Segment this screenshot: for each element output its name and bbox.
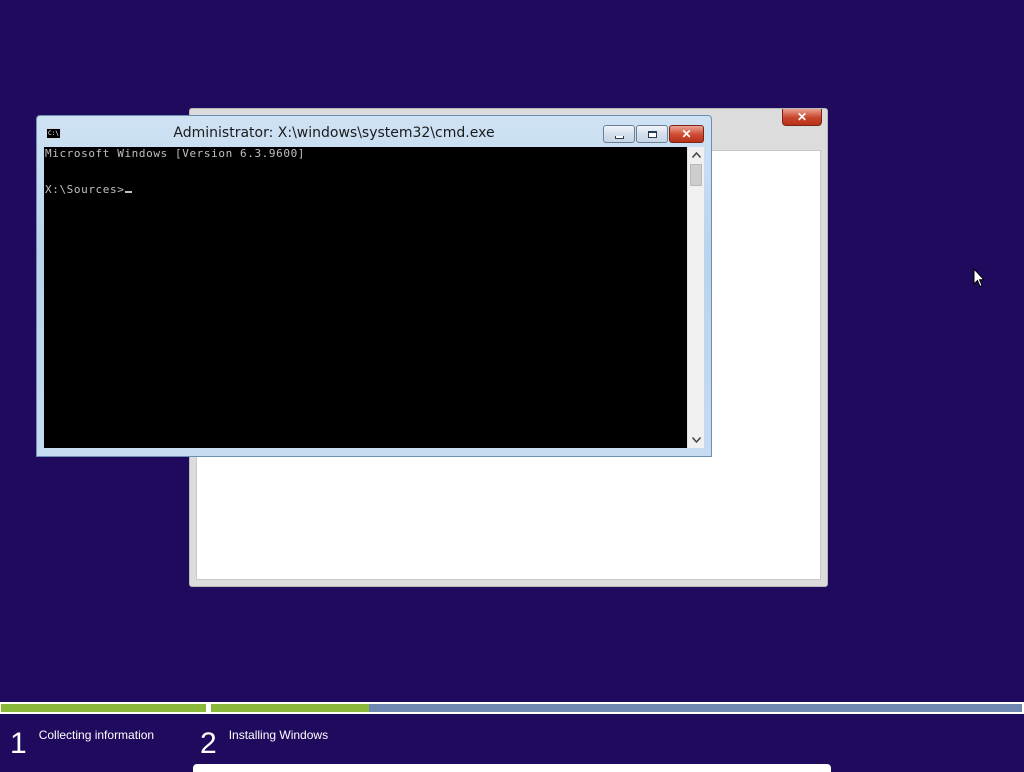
minimize-icon: [614, 135, 624, 139]
progress-fill-installing: [211, 704, 370, 712]
minimize-button[interactable]: [603, 125, 635, 143]
cmd-titlebar[interactable]: C:\ Administrator: X:\windows\system32\c…: [37, 116, 711, 146]
console-prompt: X:\Sources>: [45, 183, 125, 196]
scroll-up-arrow-icon[interactable]: [688, 147, 704, 163]
scroll-down-arrow-icon[interactable]: [688, 432, 704, 448]
hidden-window-edge: [193, 764, 831, 772]
scroll-thumb[interactable]: [690, 164, 702, 186]
console-output[interactable]: Microsoft Windows [Version 6.3.9600] X:\…: [44, 147, 687, 448]
text-cursor: [125, 191, 133, 193]
step-number: 2: [200, 727, 217, 760]
cmd-window: C:\ Administrator: X:\windows\system32\c…: [36, 115, 712, 457]
maximize-button[interactable]: [636, 125, 668, 143]
console-prompt-line: X:\Sources>: [45, 183, 133, 196]
maximize-icon: [647, 130, 657, 138]
step-collecting-information: 1 Collecting information: [10, 726, 154, 762]
vertical-scrollbar[interactable]: [687, 147, 704, 448]
step-label: Collecting information: [38, 728, 155, 742]
close-button[interactable]: ✕: [669, 125, 704, 143]
progress-fill-collecting: [1, 704, 206, 712]
progress-segment-collecting: [1, 704, 206, 712]
setup-close-button[interactable]: ✕: [782, 109, 822, 126]
mouse-pointer-icon: [973, 268, 985, 288]
step-number: 1: [10, 727, 27, 760]
console-line-version: Microsoft Windows [Version 6.3.9600]: [45, 147, 306, 160]
progress-segment-installing: [211, 704, 1022, 712]
setup-progress-bar: [0, 702, 1024, 714]
step-label: Installing Windows: [228, 728, 329, 742]
step-installing-windows: 2 Installing Windows: [200, 726, 328, 762]
